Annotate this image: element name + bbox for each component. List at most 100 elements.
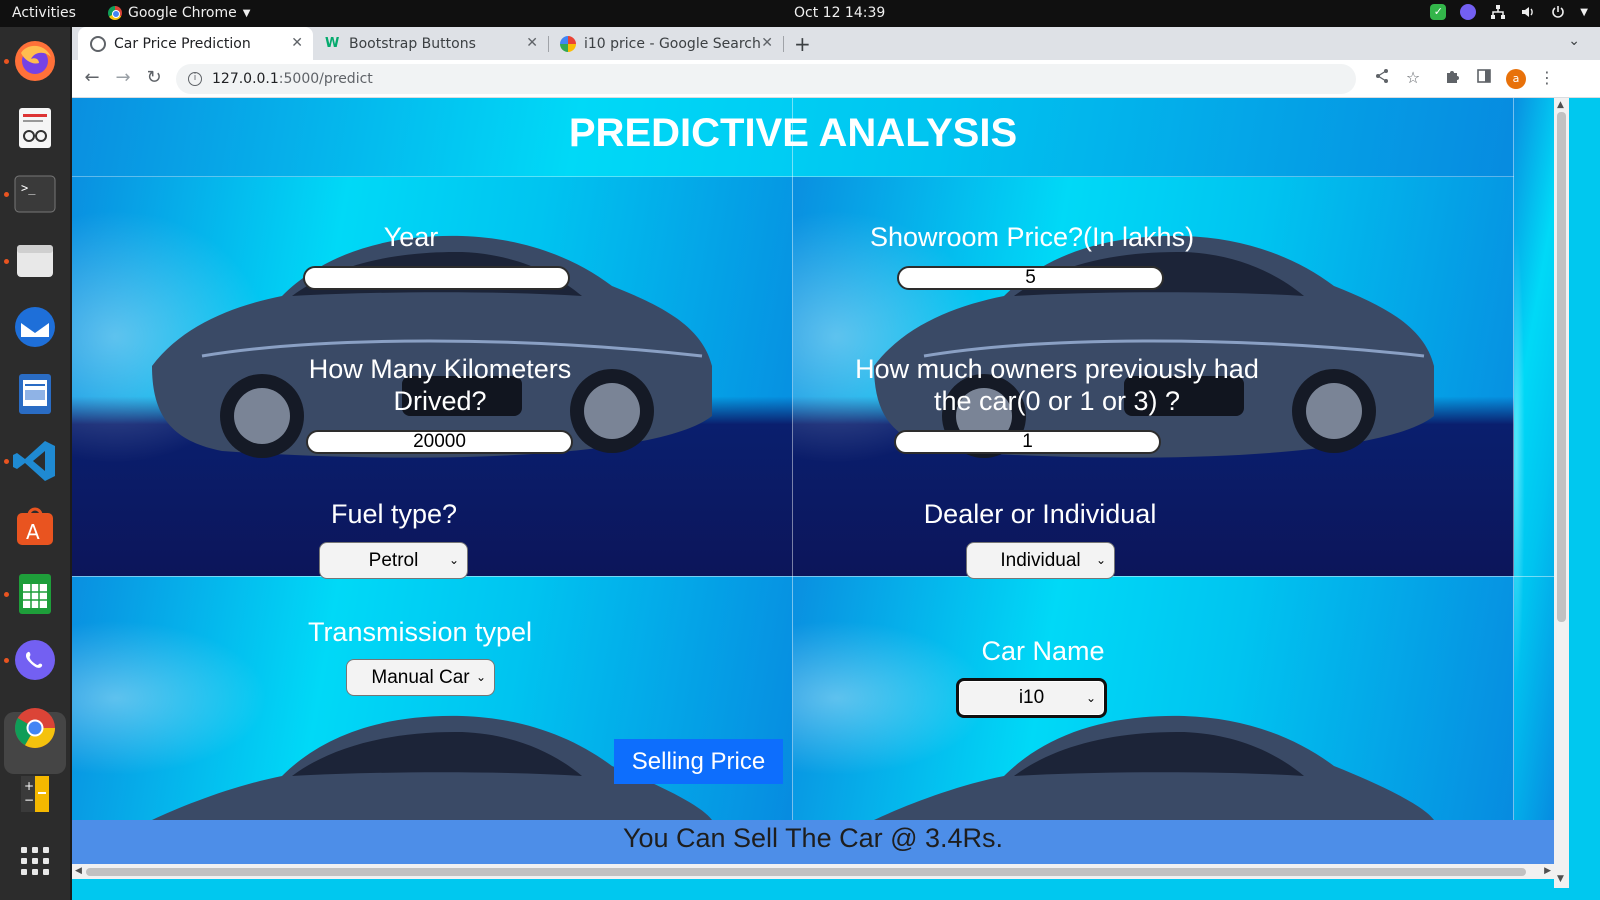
- app-name: Google Chrome: [128, 5, 237, 21]
- clock[interactable]: Oct 12 14:39: [794, 5, 885, 21]
- caret-down-icon: ▼: [242, 7, 251, 19]
- kms-driven-label-line1: How Many Kilometers: [308, 354, 572, 384]
- page-title: PREDICTIVE ANALYSIS: [72, 98, 1514, 177]
- horizontal-scroll-thumb[interactable]: [86, 868, 1526, 876]
- dock-running-dot: [4, 658, 9, 663]
- tab-car-price-prediction[interactable]: Car Price Prediction ✕: [78, 27, 313, 60]
- extensions-icon[interactable]: [1441, 68, 1463, 88]
- show-apps-icon[interactable]: [11, 837, 59, 885]
- calc-icon[interactable]: [11, 570, 59, 618]
- tab-title: i10 price - Google Search: [584, 35, 761, 52]
- svg-text:+: +: [24, 779, 34, 793]
- svg-text:A: A: [26, 520, 40, 544]
- back-icon[interactable]: ←: [80, 67, 104, 88]
- browser-window: Car Price Prediction ✕ W Bootstrap Butto…: [72, 27, 1600, 900]
- vertical-scroll-thumb[interactable]: [1557, 112, 1566, 622]
- side-panel-icon[interactable]: [1473, 68, 1495, 88]
- new-tab-button[interactable]: +: [794, 32, 811, 56]
- fuel-type-selected: Petrol: [368, 549, 419, 571]
- chevron-down-icon: ⌄: [1095, 553, 1106, 567]
- dock-running-dot: [4, 459, 9, 464]
- browser-toolbar: ← → ↻ i 127.0.0.1:5000/predict ☆ a ⋮: [72, 60, 1600, 98]
- document-viewer-icon[interactable]: [11, 104, 59, 152]
- vertical-scrollbar[interactable]: ▲ ▼: [1554, 98, 1569, 888]
- horizontal-scrollbar[interactable]: ◀ ▶: [72, 864, 1554, 879]
- car-name-label: Car Name: [981, 636, 1105, 666]
- system-tray[interactable]: ✓ ▼: [1430, 4, 1588, 20]
- app-menu[interactable]: Google Chrome ▼: [108, 5, 250, 21]
- tab-title: Car Price Prediction: [114, 35, 251, 52]
- google-icon: [560, 35, 576, 52]
- scroll-up-arrow-icon[interactable]: ▲: [1557, 100, 1564, 110]
- kebab-menu-icon[interactable]: ⋮: [1536, 68, 1558, 87]
- svg-text:>_: >_: [21, 181, 36, 195]
- activities-button[interactable]: Activities: [12, 5, 76, 21]
- transmission-select[interactable]: Manual Car ⌄: [346, 659, 495, 696]
- power-icon[interactable]: [1550, 4, 1566, 20]
- scroll-right-arrow-icon[interactable]: ▶: [1544, 866, 1551, 876]
- firefox-icon[interactable]: [11, 37, 59, 85]
- writer-icon[interactable]: [11, 370, 59, 418]
- tab-title: Bootstrap Buttons: [349, 35, 476, 52]
- volume-icon[interactable]: [1520, 4, 1536, 20]
- reload-icon[interactable]: ↻: [142, 67, 166, 88]
- close-tab-icon[interactable]: ✕: [291, 35, 303, 51]
- chrome-icon[interactable]: [11, 704, 59, 752]
- owners-label: How much owners previously had the car(0…: [832, 353, 1282, 417]
- seller-type-select[interactable]: Individual ⌄: [966, 542, 1115, 579]
- owners-label-line1: How much owners previously had: [855, 354, 1259, 384]
- scroll-left-arrow-icon[interactable]: ◀: [75, 866, 82, 876]
- software-center-icon[interactable]: A: [11, 503, 59, 551]
- vscode-icon[interactable]: [11, 437, 59, 485]
- url-path: :5000/predict: [278, 71, 373, 87]
- tab-google-search[interactable]: i10 price - Google Search ✕: [548, 27, 783, 60]
- kms-driven-label-line2: Drived?: [393, 386, 487, 416]
- tab-bootstrap-buttons[interactable]: W Bootstrap Buttons ✕: [313, 27, 548, 60]
- network-icon[interactable]: [1490, 4, 1506, 20]
- dock-running-dot: [4, 259, 9, 264]
- seller-type-selected: Individual: [1000, 549, 1081, 571]
- w3schools-icon: W: [325, 35, 340, 51]
- chevron-down-icon: ⌄: [475, 670, 486, 684]
- update-check-icon[interactable]: ✓: [1430, 4, 1447, 20]
- chevron-down-icon: ⌄: [1085, 691, 1096, 705]
- tab-separator: [783, 36, 784, 52]
- chevron-down-icon: ⌄: [448, 553, 459, 567]
- kms-driven-input[interactable]: [306, 430, 573, 454]
- share-icon[interactable]: [1371, 68, 1393, 88]
- profile-avatar[interactable]: a: [1506, 69, 1526, 89]
- viber-tray-icon[interactable]: [1460, 4, 1477, 20]
- calculator-icon[interactable]: + −: [11, 770, 59, 818]
- tab-strip: Car Price Prediction ✕ W Bootstrap Butto…: [72, 27, 1600, 60]
- owners-input[interactable]: [894, 430, 1161, 454]
- showroom-price-label: Showroom Price?(In lakhs): [869, 222, 1195, 252]
- system-menu-caret-icon[interactable]: ▼: [1580, 7, 1588, 18]
- scroll-down-arrow-icon[interactable]: ▼: [1557, 874, 1564, 884]
- kms-driven-label: How Many Kilometers Drived?: [290, 353, 590, 417]
- viber-icon[interactable]: [11, 636, 59, 684]
- terminal-icon[interactable]: >_: [11, 170, 59, 218]
- address-bar[interactable]: i 127.0.0.1:5000/predict: [176, 64, 1356, 94]
- files-icon[interactable]: [11, 237, 59, 285]
- close-tab-icon[interactable]: ✕: [526, 35, 538, 51]
- page-viewport: PREDICTIVE ANALYSIS Year Showroom Price?…: [72, 98, 1600, 900]
- seller-type-label: Dealer or Individual: [923, 499, 1157, 529]
- selling-price-button[interactable]: Selling Price: [614, 739, 783, 784]
- forward-icon[interactable]: →: [111, 67, 135, 88]
- car-name-select[interactable]: i10 ⌄: [956, 678, 1107, 718]
- close-tab-icon[interactable]: ✕: [761, 35, 773, 51]
- bookmark-star-icon[interactable]: ☆: [1402, 68, 1424, 87]
- tab-search-chevron-icon[interactable]: ⌄: [1568, 33, 1580, 49]
- dock: >_ A + −: [0, 27, 70, 900]
- fuel-type-select[interactable]: Petrol ⌄: [319, 542, 468, 579]
- chrome-icon: [108, 6, 122, 20]
- prediction-result: You Can Sell The Car @ 3.4Rs.: [72, 820, 1554, 864]
- grid-divider: [792, 98, 793, 820]
- year-input[interactable]: [303, 266, 570, 290]
- car-background-panel: [1514, 98, 1554, 820]
- thunderbird-icon[interactable]: [11, 303, 59, 351]
- dock-running-dot: [4, 592, 9, 597]
- globe-icon: [90, 35, 106, 52]
- showroom-price-input[interactable]: [897, 266, 1164, 290]
- site-info-icon[interactable]: i: [188, 72, 202, 86]
